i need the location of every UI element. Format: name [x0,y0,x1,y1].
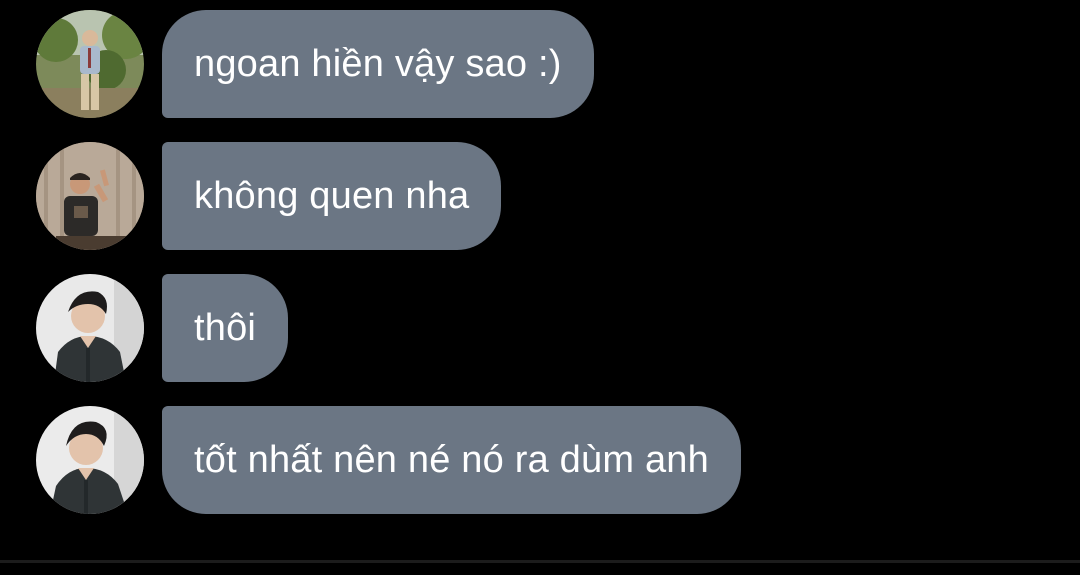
message-row: ngoan hiền vậy sao :) [0,10,1080,118]
message-row: thôi [0,274,1080,382]
message-text: thôi [194,306,257,349]
message-text: không quen nha [194,174,470,217]
message-bubble[interactable]: thôi [162,274,289,382]
avatar-man-waving-icon[interactable] [36,142,144,250]
avatar-man-dark-shirt-icon[interactable] [36,406,144,514]
message-row: tốt nhất nên né nó ra dùm anh [0,406,1080,514]
message-bubble[interactable]: ngoan hiền vậy sao :) [162,10,594,118]
divider [0,560,1080,563]
message-bubble[interactable]: không quen nha [162,142,502,250]
message-row: không quen nha [0,142,1080,250]
avatar-outdoor-man-icon[interactable] [36,10,144,118]
avatar-man-dark-shirt-icon[interactable] [36,274,144,382]
message-text: tốt nhất nên né nó ra dùm anh [194,438,709,481]
message-text: ngoan hiền vậy sao :) [194,42,562,85]
chat-thread: ngoan hiền vậy sao :) không quen nha thô… [0,0,1080,575]
message-bubble[interactable]: tốt nhất nên né nó ra dùm anh [162,406,741,514]
